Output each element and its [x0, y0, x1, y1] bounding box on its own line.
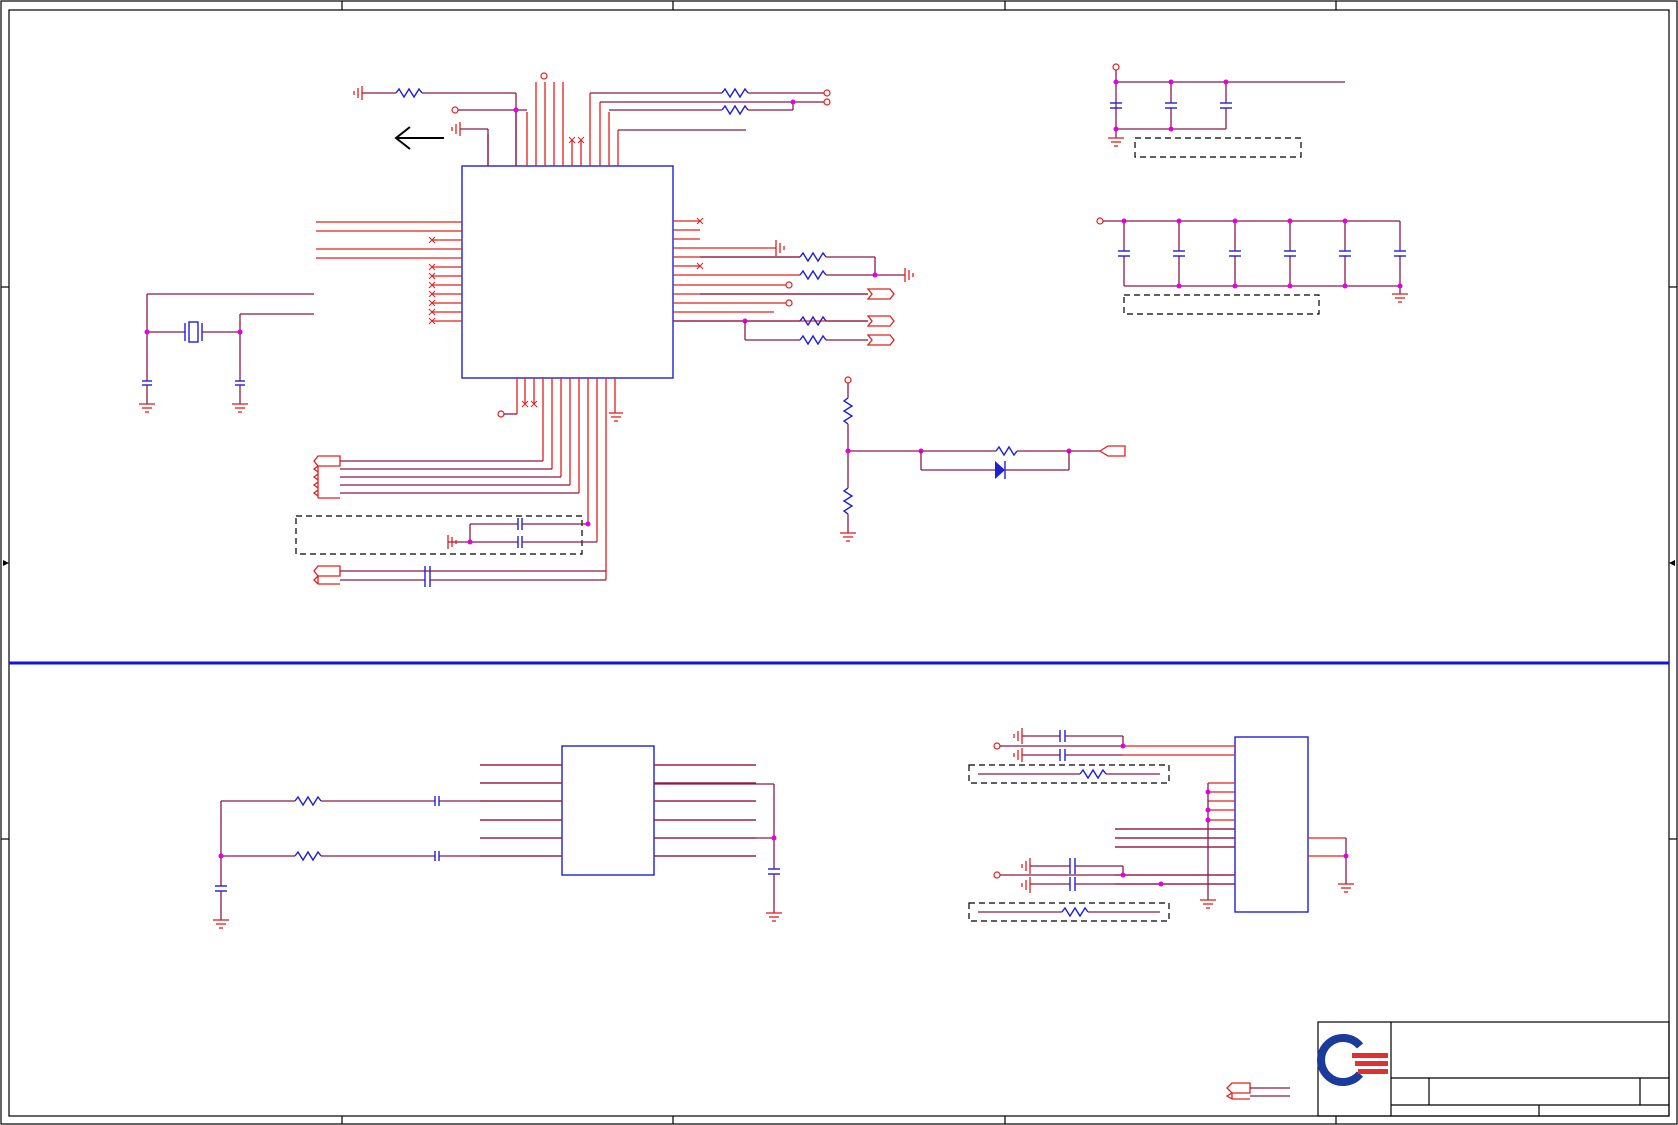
- ground-symbol: [451, 122, 461, 136]
- divider-diode: [840, 376, 1126, 542]
- main-ic: [316, 82, 868, 580]
- input-network: [213, 795, 562, 929]
- ic-right-network: [673, 240, 914, 346]
- optional-cap-group: [295, 515, 583, 555]
- bottom-left-ic: [480, 745, 782, 922]
- top-left-pulldown: [353, 86, 517, 166]
- logo-mark: [1317, 1034, 1388, 1086]
- top-right-resistors: [590, 87, 831, 131]
- title-block: [1317, 1021, 1670, 1117]
- crystal-circuit: [139, 293, 314, 413]
- bottom-right-lower-caps: [968, 858, 1235, 922]
- cap-pair: [447, 518, 597, 549]
- decoupling-row-2: [1096, 217, 1408, 315]
- bottom-port: [1225, 1082, 1290, 1100]
- decoupling-row-1: [1108, 63, 1345, 158]
- ic-bottom-bus: [312, 410, 623, 499]
- bottom-right-ic: [1115, 736, 1354, 913]
- sheet-frame: [0, 0, 1678, 1125]
- schematic-sheet: [0, 0, 1678, 1125]
- schematic-canvas: [0, 0, 1678, 1125]
- left-arrow-icon: [394, 126, 444, 150]
- series-cap-port: [313, 565, 606, 587]
